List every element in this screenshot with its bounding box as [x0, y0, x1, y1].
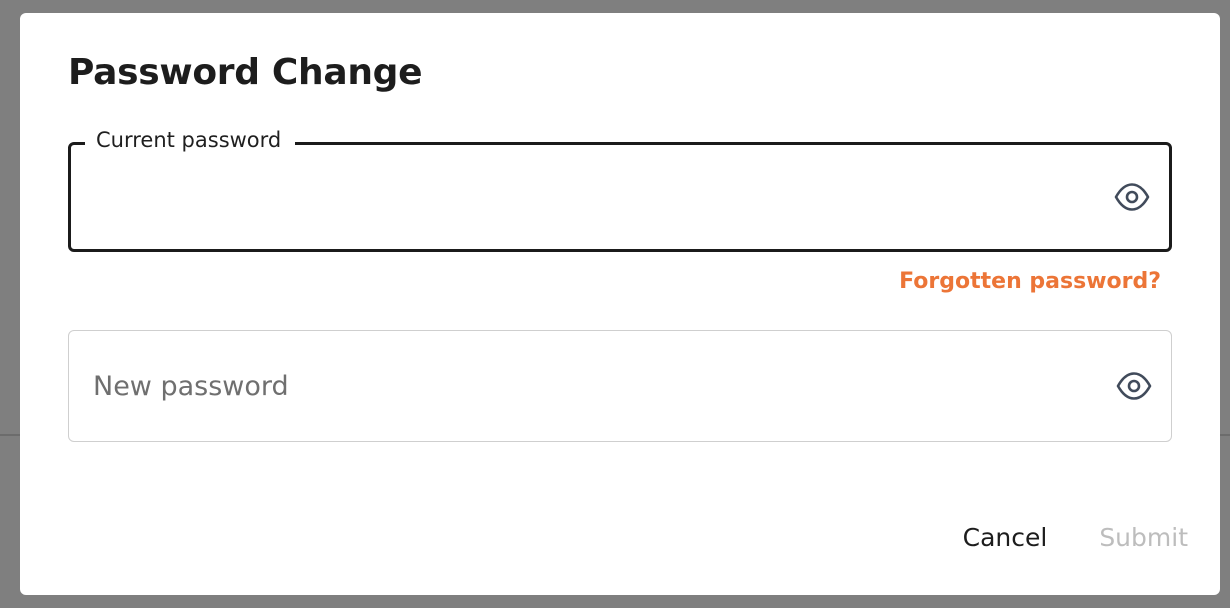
current-password-input[interactable] — [95, 145, 1095, 249]
forgot-password-link[interactable]: Forgotten password? — [899, 269, 1161, 294]
cancel-button[interactable]: Cancel — [963, 523, 1048, 552]
dialog-title: Password Change — [68, 52, 423, 93]
dialog-actions: Cancel Submit — [963, 523, 1188, 552]
new-password-input[interactable] — [93, 331, 1093, 441]
eye-icon[interactable] — [1113, 178, 1151, 216]
submit-button[interactable]: Submit — [1099, 523, 1188, 552]
eye-icon[interactable] — [1115, 367, 1153, 405]
new-password-field[interactable] — [68, 330, 1172, 442]
password-change-dialog: Password Change Current password Forgott… — [20, 13, 1220, 595]
current-password-field[interactable]: Current password — [68, 127, 1172, 252]
